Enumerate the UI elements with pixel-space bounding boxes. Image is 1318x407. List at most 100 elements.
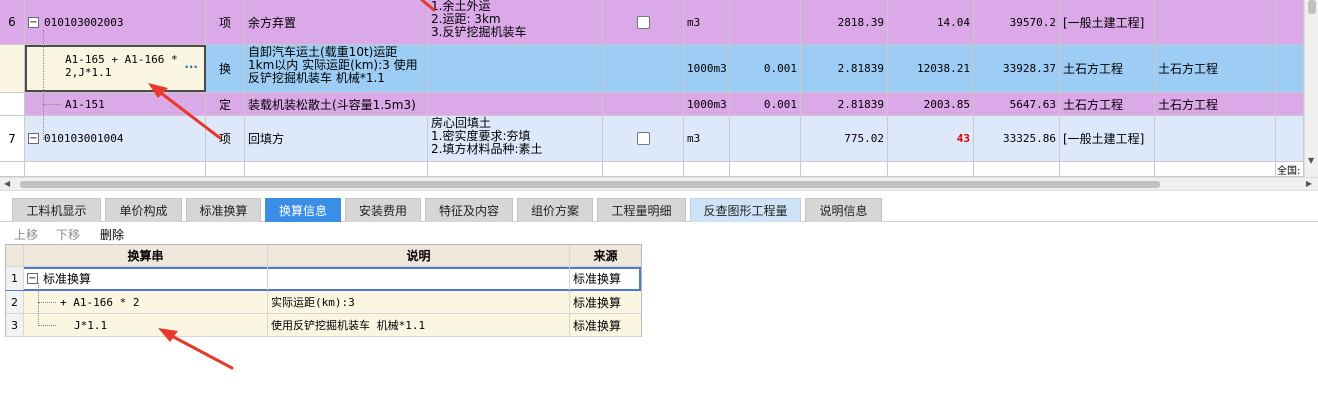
unit-cell: m3 — [684, 0, 730, 44]
collapse-icon[interactable]: − — [27, 273, 38, 284]
vertical-scrollbar[interactable]: ▼ — [1304, 0, 1318, 177]
code-cell-editing[interactable]: A1-165 + A1-166 * 2,J*1.1 ··· — [25, 45, 206, 92]
quantity-cell: 2.81839 — [801, 45, 888, 92]
checkbox-cell — [603, 93, 684, 115]
tab-material-machine[interactable]: 工料机显示 — [12, 198, 101, 222]
checkbox-cell[interactable] — [603, 116, 684, 161]
type-cell: 项 — [206, 0, 245, 44]
scroll-down-icon[interactable]: ▼ — [1308, 156, 1314, 165]
quantity-cell: 2.81839 — [801, 93, 888, 115]
tab-quantity-detail[interactable]: 工程量明细 — [597, 198, 686, 222]
row-number — [0, 93, 25, 115]
features-cell: 1.余土外运 2.运距: 3km 3.反铲挖掘机装车 — [428, 0, 603, 44]
name-cell: 自卸汽车运土(载重10t)运距 1km以内 实际运距(km):3 使用反铲挖掘机… — [245, 45, 428, 92]
total-cell: 33325.86 — [974, 116, 1060, 161]
source-cell: 标准换算 — [573, 318, 622, 333]
conversion-toolbar: 上移 下移 删除 — [0, 222, 400, 244]
checkbox[interactable] — [636, 132, 650, 145]
conversion-string-cell[interactable]: + A1-166 * 2 — [24, 291, 268, 313]
tab-unit-price-composition[interactable]: 单价构成 — [105, 198, 182, 222]
quota-grid: 6 − 010103002003 项 余方弃置 1.余土外运 2.运距: 3km… — [0, 0, 1318, 177]
name-cell: 装载机装松散土(斗容量1.5m3) — [245, 93, 428, 115]
row-number — [0, 45, 25, 92]
checkbox-cell[interactable] — [603, 0, 684, 44]
unit-price-cell: 12038.21 — [888, 45, 974, 92]
category-cell: 土石方工程 — [1060, 45, 1155, 92]
checkbox-cell — [603, 45, 684, 92]
table-row[interactable]: 3 J*1.1 使用反铲挖掘机装车 机械*1.1 标准换算 — [6, 314, 641, 337]
table-row[interactable]: 全国: — [0, 162, 1304, 177]
delete-button[interactable]: 删除 — [100, 226, 124, 243]
features-cell — [428, 93, 603, 115]
extra-cell — [1276, 45, 1304, 92]
horizontal-scrollbar[interactable]: ◀ ▶ — [0, 177, 1318, 191]
unit-price-cell: 14.04 — [888, 0, 974, 44]
scroll-thumb[interactable] — [20, 181, 1160, 188]
category2-cell — [1155, 0, 1276, 44]
tab-description[interactable]: 说明信息 — [805, 198, 882, 222]
code-cell[interactable]: − 010103002003 — [25, 0, 206, 44]
header-conversion-string[interactable]: 换算串 — [24, 245, 268, 266]
header-description[interactable]: 说明 — [268, 245, 570, 266]
conversion-string-cell[interactable]: J*1.1 — [24, 314, 268, 336]
extra-cell — [1276, 93, 1304, 115]
tab-standard-conversion[interactable]: 标准换算 — [186, 198, 261, 222]
qty-ratio-cell: 0.001 — [730, 45, 801, 92]
overflow-text: 全国: — [1276, 162, 1304, 176]
move-up-button[interactable]: 上移 — [14, 226, 38, 243]
checkbox[interactable] — [636, 15, 650, 29]
tab-installation-cost[interactable]: 安装费用 — [345, 198, 421, 222]
scroll-left-icon[interactable]: ◀ — [4, 179, 10, 188]
unit-cell: 1000m3 — [684, 93, 730, 115]
conversion-string-cell[interactable]: − 标准换算 — [24, 267, 268, 290]
row-number: 6 — [0, 0, 25, 44]
category2-cell — [1155, 116, 1276, 161]
detail-tabs: 工料机显示 单价构成 标准换算 换算信息 安装费用 特征及内容 组价方案 工程量… — [0, 191, 1318, 222]
quantity-cell: 775.02 — [801, 116, 888, 161]
code-cell[interactable]: − 010103001004 — [25, 116, 206, 161]
type-cell: 换 — [206, 45, 245, 92]
table-row[interactable]: 7 − 010103001004 项 回填方 房心回填土 1.密实度要求:夯填 … — [0, 116, 1304, 162]
row-number: 3 — [6, 314, 24, 336]
table-row[interactable]: 6 − 010103002003 项 余方弃置 1.余土外运 2.运距: 3km… — [0, 0, 1304, 45]
extra-cell — [1276, 116, 1304, 161]
table-row[interactable]: A1-165 + A1-166 * 2,J*1.1 ··· 换 自卸汽车运土(载… — [0, 45, 1304, 93]
description-cell: 实际运距(km):3 — [268, 291, 570, 313]
qty-ratio-cell — [730, 0, 801, 44]
features-cell — [428, 45, 603, 92]
tab-conversion-info[interactable]: 换算信息 — [265, 198, 341, 222]
total-cell: 5647.63 — [974, 93, 1060, 115]
row-number: 1 — [6, 267, 24, 290]
table-row[interactable]: 1 − 标准换算 标准换算 — [6, 267, 641, 291]
type-cell: 项 — [206, 116, 245, 161]
description-cell — [268, 267, 570, 290]
scroll-thumb[interactable] — [1308, 0, 1316, 14]
extra-cell — [1276, 0, 1304, 44]
category-cell: 土石方工程 — [1060, 93, 1155, 115]
edit-ellipsis-button[interactable]: ··· — [184, 61, 198, 74]
description-cell: 使用反铲挖掘机装车 机械*1.1 — [268, 314, 570, 336]
scroll-right-icon[interactable]: ▶ — [1306, 179, 1312, 188]
header-source[interactable]: 来源 — [570, 245, 641, 266]
qty-ratio-cell: 0.001 — [730, 93, 801, 115]
category-cell: [一般土建工程] — [1060, 0, 1155, 44]
collapse-icon[interactable]: − — [28, 16, 39, 28]
category2-cell: 土石方工程 — [1155, 45, 1276, 92]
unit-cell: 1000m3 — [684, 45, 730, 92]
tab-pricing-plan[interactable]: 组价方案 — [517, 198, 593, 222]
collapse-icon[interactable]: − — [28, 133, 39, 144]
category-cell: [一般土建工程] — [1060, 116, 1155, 161]
total-cell: 33928.37 — [974, 45, 1060, 92]
tab-reverse-lookup[interactable]: 反查图形工程量 — [690, 198, 801, 222]
row-number: 7 — [0, 116, 25, 161]
features-cell: 房心回填土 1.密实度要求:夯填 2.填方材料品种:素土 — [428, 116, 603, 161]
table-row[interactable]: 2 + A1-166 * 2 实际运距(km):3 标准换算 — [6, 291, 641, 314]
tab-features-content[interactable]: 特征及内容 — [425, 198, 513, 222]
move-down-button[interactable]: 下移 — [56, 226, 80, 243]
name-cell: 余方弃置 — [245, 0, 428, 44]
row-number: 2 — [6, 291, 24, 313]
table-row[interactable]: A1-151 定 装载机装松散土(斗容量1.5m3) 1000m3 0.001 … — [0, 93, 1304, 116]
category2-cell: 土石方工程 — [1155, 93, 1276, 115]
table-header: 换算串 说明 来源 — [6, 245, 641, 267]
total-cell: 39570.2 — [974, 0, 1060, 44]
